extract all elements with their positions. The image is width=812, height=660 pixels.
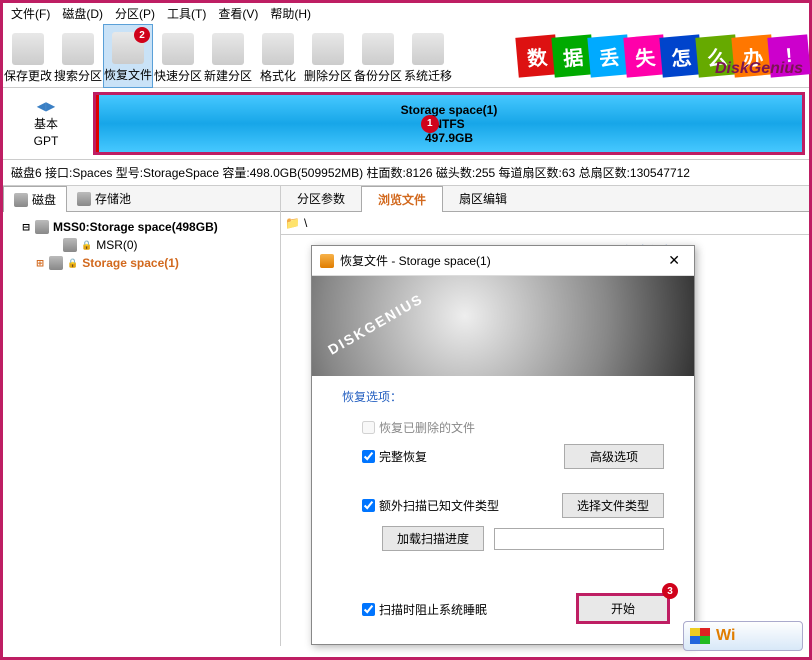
toolbar-icon [312,33,344,65]
toolbar-icon [212,33,244,65]
right-tabs: 分区参数浏览文件扇区编辑 [281,186,809,212]
toolbar-icon [62,33,94,65]
toolbar-格式化[interactable]: 格式化 [253,24,303,88]
recover-dialog: 恢复文件 - Storage space(1) ✕ 恢复选项： 恢复已删除的文件… [311,245,695,645]
tree-label: Storage space(1) [82,256,179,270]
tree-node[interactable]: ⊟ MSS0:Storage space(498GB) [7,218,276,236]
up-icon[interactable]: 📁 [285,216,300,230]
toolbar-label: 保存更改 [4,67,52,84]
menu-item[interactable]: 分区(P) [115,5,155,22]
tree-label: MSS0:Storage space(498GB) [53,220,218,234]
tree-panel: 磁盘存储池 ⊟ MSS0:Storage space(498GB) 🔒 MSR(0) ⊞… [3,186,281,646]
toolbar: 保存更改搜索分区恢复文件 2 快速分区新建分区格式化删除分区备份分区系统迁移 数据丢… [3,24,809,88]
right-tab[interactable]: 扇区编辑 [443,186,523,211]
select-types-button[interactable]: 选择文件类型 [562,493,664,518]
dialog-header-image [312,276,694,376]
tree-label: MSR(0) [96,238,137,252]
expand-icon[interactable]: ⊟ [21,220,31,234]
progress-path-input[interactable] [494,528,664,550]
toolbar-新建分区[interactable]: 新建分区 [203,24,253,88]
dialog-title: 恢复文件 - Storage space(1) [340,252,491,269]
tree-tabs: 磁盘存储池 [3,186,280,212]
toolbar-label: 格式化 [260,67,296,84]
tree-node[interactable]: 🔒 MSR(0) [7,236,276,254]
expand-icon[interactable]: ⊞ [35,256,45,270]
section-label: 恢复选项： [342,388,664,405]
toolbar-备份分区[interactable]: 备份分区 [353,24,403,88]
toolbar-icon [262,33,294,65]
opt-extra-scan[interactable]: 额外扫描已知文件类型 [362,497,499,514]
disk-map: ◀▶ 基本 GPT 1 Storage space(1) NTFS 497.9G… [3,88,809,160]
toolbar-搜索分区[interactable]: 搜索分区 [53,24,103,88]
watermark: Wi [683,621,803,651]
drive-icon [49,256,63,270]
toolbar-label: 系统迁移 [404,67,452,84]
windows-flag-icon [690,628,710,644]
drive-icon [35,220,49,234]
right-tab[interactable]: 浏览文件 [361,186,443,212]
menu-item[interactable]: 文件(F) [11,5,50,22]
toolbar-恢复文件[interactable]: 恢复文件 2 [103,24,153,88]
tree-tab[interactable]: 磁盘 [3,186,67,212]
toolbar-快速分区[interactable]: 快速分区 [153,24,203,88]
drive-icon [63,238,77,252]
dialog-titlebar: 恢复文件 - Storage space(1) ✕ [312,246,694,276]
toolbar-label: 新建分区 [204,67,252,84]
app-icon [320,254,334,268]
menu-item[interactable]: 帮助(H) [270,5,311,22]
menu-bar: 文件(F) 磁盘(D) 分区(P) 工具(T) 查看(V) 帮助(H) [3,3,809,24]
menu-item[interactable]: 查看(V) [218,5,258,22]
path-text: \ [304,216,307,230]
toolbar-icon [162,33,194,65]
partition-start-icon [96,95,99,152]
lock-icon: 🔒 [67,258,78,269]
disk-icon [14,193,28,207]
banner: 数据丢失怎么办!DiskGenius [521,24,809,88]
opt-prevent-sleep[interactable]: 扫描时阻止系统睡眠 [362,601,487,618]
disk-type: 基本 [34,115,58,132]
toolbar-label: 删除分区 [304,67,352,84]
opt-full[interactable]: 完整恢复 [362,448,427,465]
toolbar-label: 搜索分区 [54,67,102,84]
pool-icon [77,192,91,206]
nav-arrows-icon[interactable]: ◀▶ [37,99,55,113]
menu-item[interactable]: 磁盘(D) [62,5,103,22]
toolbar-icon [362,33,394,65]
tree-body: ⊟ MSS0:Storage space(498GB) 🔒 MSR(0) ⊞ 🔒 Stora… [3,212,280,278]
callout-badge-2: 2 [134,27,150,43]
opt-deleted[interactable]: 恢复已删除的文件 [362,419,475,436]
advanced-button[interactable]: 高级选项 [564,444,664,469]
callout-badge-1: 1 [421,115,439,133]
partition-style: GPT [34,134,59,148]
disk-info-bar: 磁盘6 接口:Spaces 型号:StorageSpace 容量:498.0GB… [3,160,809,186]
brand-text: DiskGenius [715,60,803,78]
toolbar-保存更改[interactable]: 保存更改 [3,24,53,88]
menu-item[interactable]: 工具(T) [167,5,206,22]
lock-icon: 🔒 [81,240,92,251]
watermark-text: Wi [716,627,735,645]
start-button[interactable]: 开始 [576,593,670,624]
close-icon[interactable]: ✕ [662,252,686,269]
toolbar-label: 快速分区 [154,67,202,84]
toolbar-删除分区[interactable]: 删除分区 [303,24,353,88]
partition-name: Storage space(1) [401,103,498,117]
toolbar-label: 备份分区 [354,67,402,84]
toolbar-icon [12,33,44,65]
path-bar: 📁 \ [281,212,809,235]
tree-tab[interactable]: 存储池 [67,186,141,211]
right-tab[interactable]: 分区参数 [281,186,361,211]
start-wrap: 3 开始 [576,593,670,624]
disk-map-left: ◀▶ 基本 GPT [3,88,89,159]
load-progress-button[interactable]: 加载扫描进度 [382,526,484,551]
toolbar-icon [412,33,444,65]
toolbar-系统迁移[interactable]: 系统迁移 [403,24,453,88]
callout-badge-3: 3 [662,583,678,599]
partition-size: 497.9GB [425,131,473,145]
partition-bar[interactable]: 1 Storage space(1) NTFS 497.9GB [93,92,805,155]
tree-node[interactable]: ⊞ 🔒 Storage space(1) [7,254,276,272]
toolbar-label: 恢复文件 [104,66,152,83]
